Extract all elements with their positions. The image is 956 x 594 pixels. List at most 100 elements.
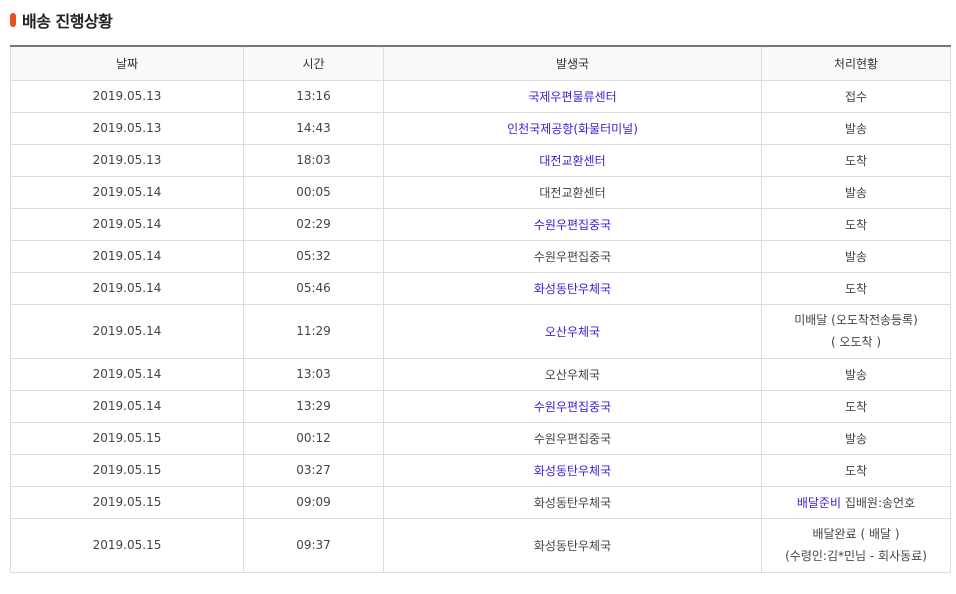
cell-date: 2019.05.15 [10,453,244,487]
cell-office: 화성동탄우체국 [383,485,762,519]
status-text: 미배달 (오도착전송등록) [794,313,918,327]
cell-date: 2019.05.14 [10,357,244,391]
cell-office: 수원우편집중국 [383,389,762,423]
office-text: 화성동탄우체국 [533,538,612,553]
cell-time: 13:16 [243,79,384,113]
cell-time: 09:37 [243,517,384,573]
office-text: 화성동탄우체국 [533,495,612,510]
header-time: 시간 [243,45,384,81]
cell-office: 대전교환센터 [383,175,762,209]
cell-office: 오산우체국 [383,303,762,359]
cell-status: 도착 [761,453,951,487]
status-detail: ( 오도착 ) [830,335,882,349]
table-row: 2019.05.15 03:27 화성동탄우체국 도착 [10,453,951,487]
section-title: 배송 진행상황 [10,9,113,31]
header-date: 날짜 [10,45,244,81]
status-detail: (수령인:김*민님 - 회사동료) [785,549,927,563]
status-link[interactable]: 배달준비 [797,496,841,510]
cell-status: 배달준비 집배원:송언호 [761,485,951,519]
cell-time: 05:46 [243,271,384,305]
cell-office: 화성동탄우체국 [383,271,762,305]
office-link[interactable]: 수원우편집중국 [534,218,611,232]
office-link[interactable]: 국제우편물류센터 [528,90,616,104]
cell-date: 2019.05.15 [10,421,244,455]
cell-time: 05:32 [243,239,384,273]
status-text: 도착 [844,153,868,168]
cell-date: 2019.05.14 [10,303,244,359]
table-row: 2019.05.15 09:09 화성동탄우체국 배달준비 집배원:송언호 [10,485,951,519]
cell-status: 발송 [761,175,951,209]
table-row: 2019.05.14 05:46 화성동탄우체국 도착 [10,271,951,305]
tracking-table: 날짜 시간 발생국 처리현황 2019.05.13 13:16 국제우편물류센터 접수… [10,45,951,573]
cell-status: 도착 [761,271,951,305]
status-text: 접수 [844,89,868,104]
table-row: 2019.05.14 00:05 대전교환센터 발송 [10,175,951,209]
office-text: 대전교환센터 [539,185,606,200]
cell-status: 발송 [761,357,951,391]
table-row: 2019.05.15 09:37 화성동탄우체국 배달완료 ( 배달 ) (수령인:김*… [10,517,951,573]
cell-status: 미배달 (오도착전송등록) ( 오도착 ) [761,303,951,359]
table-row: 2019.05.14 05:32 수원우편집중국 발송 [10,239,951,273]
cell-date: 2019.05.14 [10,207,244,241]
status-text: 도착 [844,217,868,232]
cell-status: 발송 [761,239,951,273]
table-row: 2019.05.13 18:03 대전교환센터 도착 [10,143,951,177]
cell-date: 2019.05.13 [10,143,244,177]
cell-status: 접수 [761,79,951,113]
cell-date: 2019.05.14 [10,389,244,423]
cell-time: 13:29 [243,389,384,423]
cell-time: 00:12 [243,421,384,455]
table-row: 2019.05.13 14:43 인천국제공항(화물터미널) 발송 [10,111,951,145]
header-office: 발생국 [383,45,762,81]
table-header-row: 날짜 시간 발생국 처리현황 [10,45,951,81]
cell-office: 수원우편집중국 [383,239,762,273]
cell-office: 국제우편물류센터 [383,79,762,113]
status-text: 배달완료 ( 배달 ) [812,527,900,541]
table-row: 2019.05.14 02:29 수원우편집중국 도착 [10,207,951,241]
cell-office: 화성동탄우체국 [383,453,762,487]
status-text: 발송 [844,431,868,446]
cell-date: 2019.05.14 [10,175,244,209]
office-text: 오산우체국 [544,367,601,382]
status-text: 도착 [844,281,868,296]
cell-date: 2019.05.13 [10,79,244,113]
office-link[interactable]: 인천국제공항(화물터미널) [507,122,638,136]
office-text: 수원우편집중국 [533,249,612,264]
status-text: 발송 [844,367,868,382]
status-text: 집배원:송언호 [844,495,916,510]
cell-time: 11:29 [243,303,384,359]
cell-office: 대전교환센터 [383,143,762,177]
office-link[interactable]: 대전교환센터 [539,154,605,168]
cell-office: 화성동탄우체국 [383,517,762,573]
office-link[interactable]: 화성동탄우체국 [534,464,611,478]
office-text: 수원우편집중국 [533,431,612,446]
cell-time: 03:27 [243,453,384,487]
cell-status: 발송 [761,111,951,145]
office-link[interactable]: 오산우체국 [545,325,600,339]
cell-time: 14:43 [243,111,384,145]
title-bullet-icon [10,13,16,27]
cell-date: 2019.05.13 [10,111,244,145]
page-title: 배송 진행상황 [22,12,113,31]
status-text: 발송 [844,249,868,264]
status-text: 발송 [844,121,868,136]
status-text: 도착 [844,463,868,478]
office-link[interactable]: 화성동탄우체국 [534,282,611,296]
cell-office: 오산우체국 [383,357,762,391]
cell-date: 2019.05.14 [10,271,244,305]
office-link[interactable]: 수원우편집중국 [534,400,611,414]
table-row: 2019.05.14 13:03 오산우체국 발송 [10,357,951,391]
table-row: 2019.05.13 13:16 국제우편물류센터 접수 [10,79,951,113]
table-body: 2019.05.13 13:16 국제우편물류센터 접수 2019.05.13 14:43… [10,79,951,573]
table-row: 2019.05.14 11:29 오산우체국 미배달 (오도착전송등록) ( 오도착 ) [10,303,951,359]
status-text: 발송 [844,185,868,200]
table-row: 2019.05.15 00:12 수원우편집중국 발송 [10,421,951,455]
cell-time: 13:03 [243,357,384,391]
cell-office: 수원우편집중국 [383,421,762,455]
cell-time: 02:29 [243,207,384,241]
cell-status: 도착 [761,207,951,241]
cell-office: 인천국제공항(화물터미널) [383,111,762,145]
header-status: 처리현황 [761,45,951,81]
cell-time: 09:09 [243,485,384,519]
cell-office: 수원우편집중국 [383,207,762,241]
